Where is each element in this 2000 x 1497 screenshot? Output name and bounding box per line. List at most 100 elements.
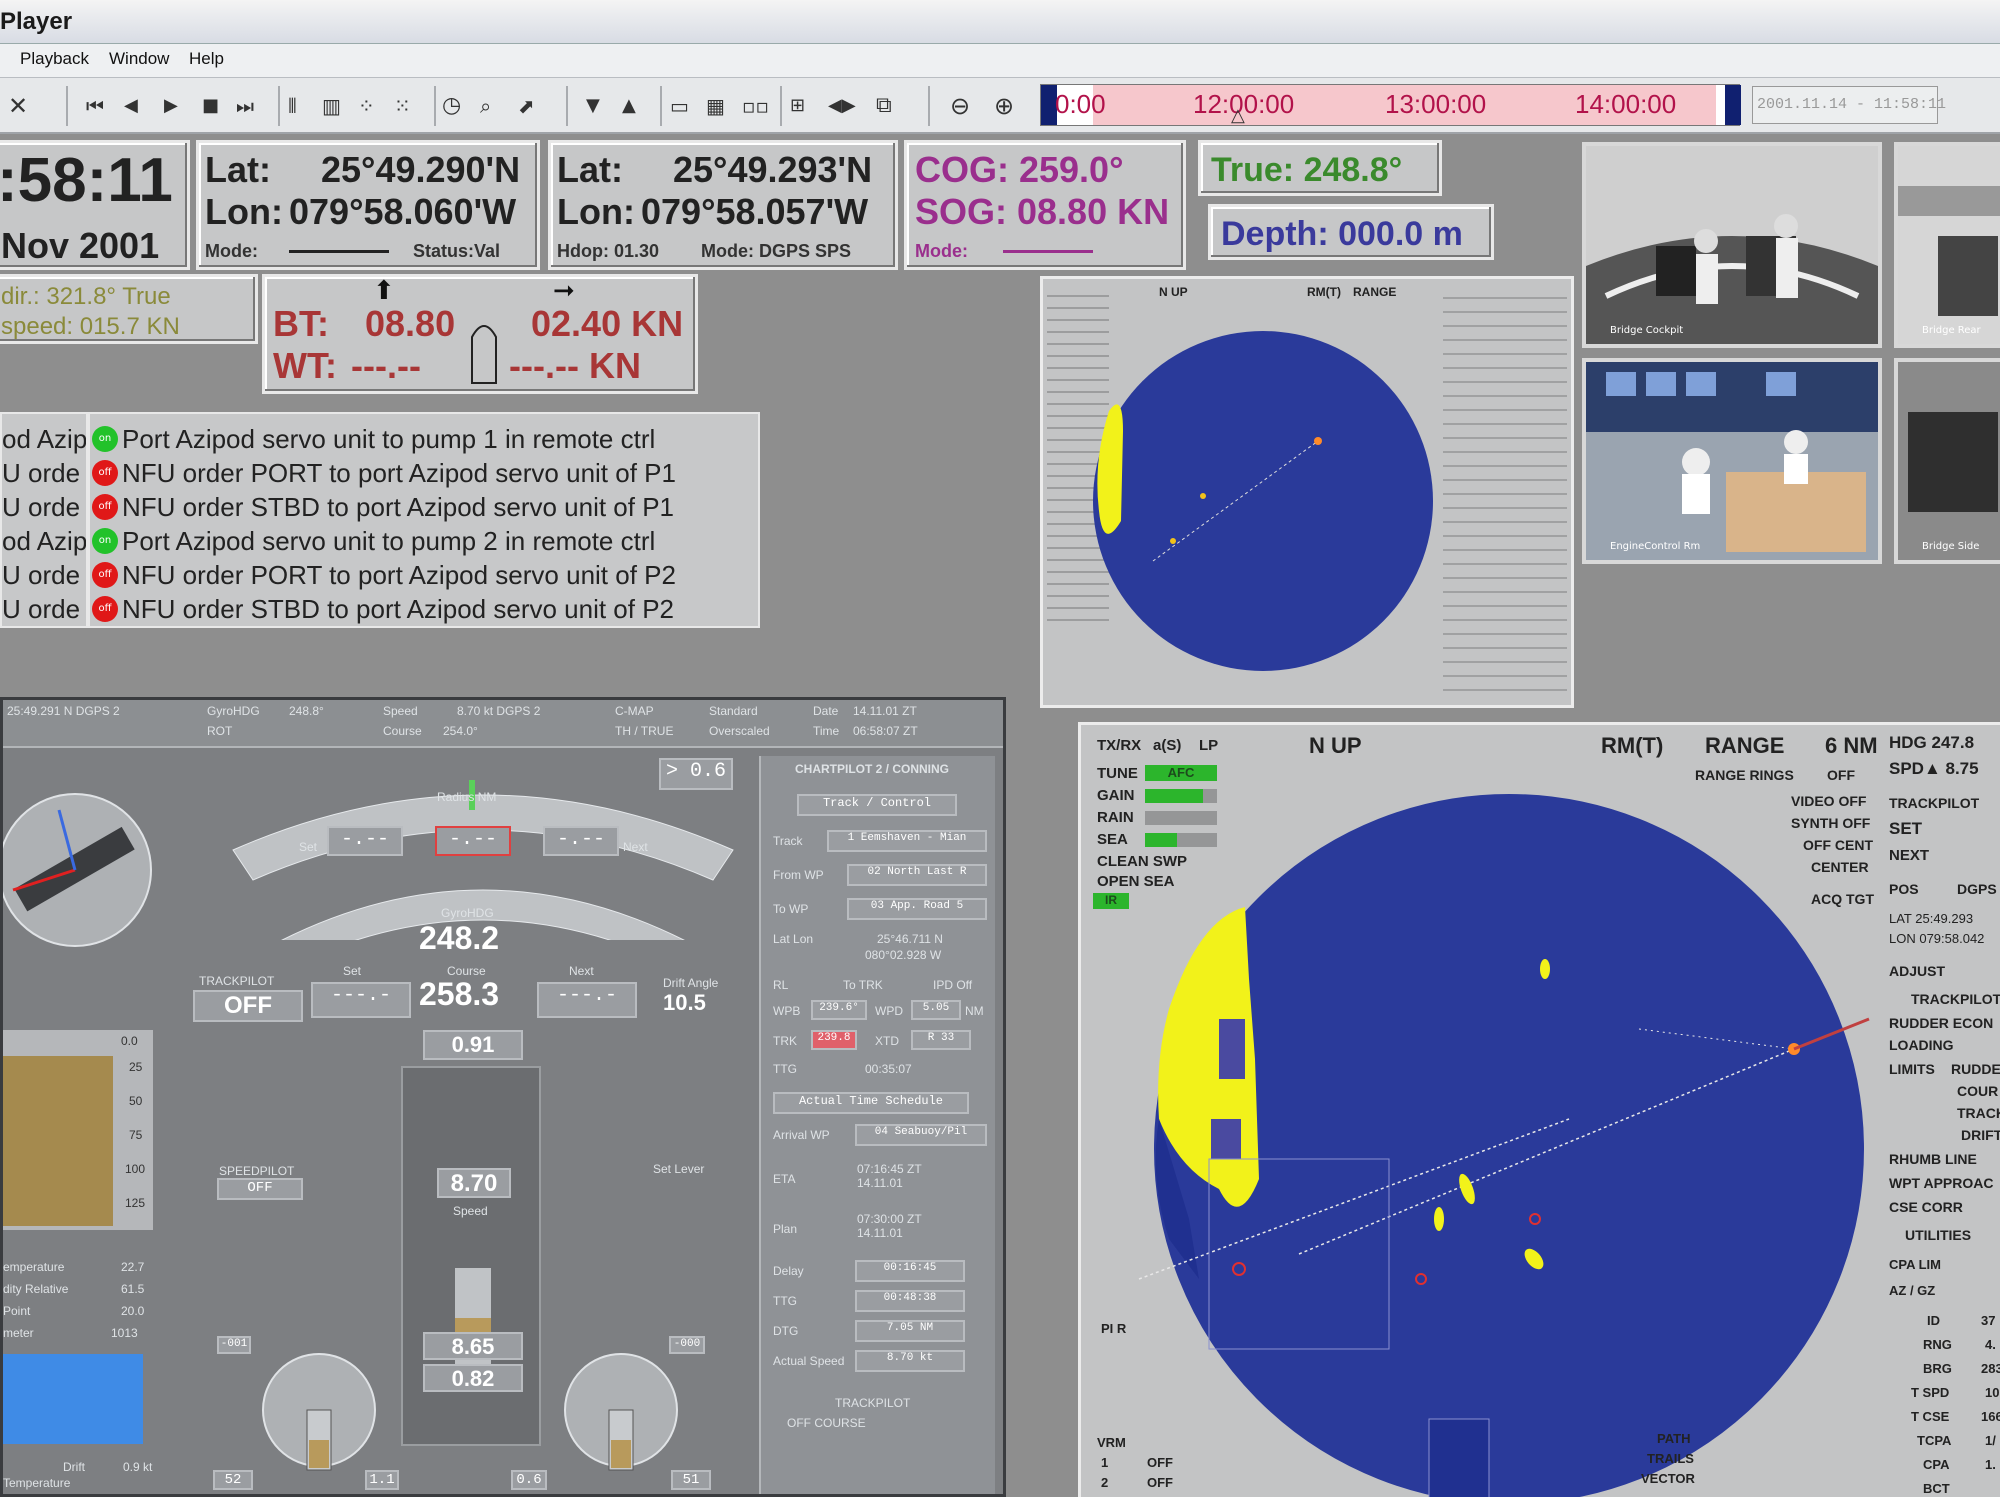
scatter-alt-icon[interactable]: ⁙ — [394, 90, 411, 122]
header-gyro-label: GyroHDG — [207, 704, 260, 718]
fit-width-icon[interactable]: ◀▶ — [828, 90, 856, 122]
vrm-2[interactable]: 2 — [1101, 1475, 1108, 1490]
arrow-down-icon[interactable]: ▼ — [586, 90, 600, 122]
gyrohdg-label: GyroHDG — [441, 906, 494, 920]
cse-corr[interactable]: CSE CORR — [1889, 1199, 1963, 1215]
play-icon[interactable]: ▶ — [164, 90, 178, 122]
radar-small-panel[interactable]: N UP RM(T) RANGE — [1040, 276, 1574, 708]
radius-next: -.-- — [543, 826, 619, 856]
ship-speed: 8.70 — [437, 1168, 511, 1198]
grid-window-icon[interactable]: ▦ — [706, 90, 725, 122]
track-control-dropdown[interactable]: Track / Control — [797, 794, 957, 816]
arrow-up-icon[interactable]: ▲ — [622, 90, 636, 122]
step-back-icon[interactable]: ◀ — [124, 90, 138, 122]
wind-speed: speed: 015.7 KN — [1, 313, 180, 340]
track-value: 1 Eemshaven - Mian — [827, 830, 987, 852]
vrm-1[interactable]: 1 — [1101, 1455, 1108, 1470]
alarm-list: on Port Azipod servo unit to pump 1 in re… — [88, 412, 760, 628]
limits-rudder[interactable]: RUDDE — [1951, 1061, 2000, 1077]
limits-track[interactable]: TRACK — [1957, 1105, 2000, 1121]
wt-label: WT: — [273, 345, 337, 386]
scale-icon[interactable]: ⊞ — [790, 90, 805, 122]
limits-drift[interactable]: DRIFT — [1961, 1127, 2000, 1143]
bt-longitudinal: 08.80 — [365, 303, 456, 344]
trackpilot-menu[interactable]: TRACKPILOT — [1911, 991, 2000, 1007]
utilities-button[interactable]: UTILITIES — [1905, 1227, 1971, 1243]
window-icon[interactable]: ▭ — [670, 90, 689, 122]
env-value: 61.5 — [121, 1282, 145, 1296]
alarm-source: U orde — [2, 594, 81, 624]
playhead-icon[interactable]: △ — [1231, 105, 1245, 126]
stbd-rpm: 51 — [671, 1470, 711, 1490]
rl-label: RL — [773, 978, 789, 992]
camera-feed-engine-control[interactable]: EngineControl Rm — [1582, 358, 1882, 564]
set-label: SET — [1889, 819, 1923, 838]
trackpilot-state[interactable]: OFF — [193, 990, 303, 1022]
rot-indicator: > 0.6 — [659, 758, 733, 790]
actual-time-dropdown[interactable]: Actual Time Schedule — [773, 1092, 969, 1114]
zoom-out-icon[interactable]: ⊖ — [950, 90, 970, 122]
radar-orientation[interactable]: N UP — [1309, 733, 1362, 759]
timeline-slider[interactable]: 0:00 12:00:00 13:00:00 14:00:00 △ — [1040, 84, 1741, 126]
radar-large-panel[interactable]: TX/RX a(S) LP N UP RM(T) RANGE 6 NM RANG… — [1078, 722, 2000, 1497]
camera-feed-bridge-rear[interactable]: Bridge Rear — [1894, 142, 2000, 348]
trackpilot-label[interactable]: TRACKPILOT — [1889, 795, 1979, 811]
zoom-in-icon[interactable]: ⊕ — [994, 90, 1014, 122]
wp-lon: 080°02.928 W — [865, 948, 942, 962]
split-window-icon[interactable]: ▫▫ — [742, 90, 769, 122]
radar-txrx[interactable]: TX/RX — [1097, 737, 1141, 754]
camera-feed-bridge-cockpit[interactable]: Bridge Cockpit — [1582, 142, 1882, 348]
bars-wide-icon[interactable]: ▥ — [322, 90, 341, 122]
status-lamp-icon: on — [92, 528, 118, 554]
pos-label: POS — [1889, 881, 1919, 897]
binoculars-icon[interactable]: ⌕ — [480, 90, 491, 122]
radar-motion[interactable]: RM(T) — [1601, 733, 1663, 759]
plan-value: 07:30:00 ZT 14.11.01 — [857, 1212, 922, 1240]
wpt-approach[interactable]: WPT APPROAC — [1889, 1175, 1993, 1191]
stbd-order: -000 — [669, 1336, 705, 1354]
header-overscaled: Overscaled — [709, 724, 770, 738]
radar-scope[interactable] — [1099, 759, 1889, 1497]
env-label: meter — [3, 1326, 34, 1340]
clock-icon[interactable]: ◷ — [442, 90, 461, 122]
scatter-icon[interactable]: ⁘ — [358, 90, 375, 122]
tgt-tcse-label: T CSE — [1911, 1409, 1950, 1424]
menu-help[interactable]: Help — [189, 49, 224, 69]
status-lamp-icon: off — [92, 596, 118, 622]
menu-playback[interactable]: Playback — [20, 49, 89, 69]
menu-window[interactable]: Window — [109, 49, 169, 69]
alarm-text: Port Azipod servo unit to pump 2 in remo… — [122, 526, 656, 556]
header-th-true: TH / TRUE — [615, 724, 674, 738]
bars-icon[interactable]: ⦀ — [288, 90, 297, 122]
toolbar-separator — [566, 86, 568, 126]
depth-history-bars — [3, 1056, 113, 1226]
export-icon[interactable]: ⬈ — [518, 90, 535, 122]
stop-icon[interactable]: ■ — [202, 90, 219, 122]
speedpilot-state[interactable]: OFF — [217, 1178, 303, 1200]
skip-end-icon[interactable]: ⏭ — [236, 90, 254, 122]
rhumb-line[interactable]: RHUMB LINE — [1889, 1151, 1977, 1167]
camera-image — [1586, 362, 1878, 560]
environment-panel: emperature 22.7 dity Relative 61.5 Point… — [3, 1260, 153, 1494]
header-cmap: C-MAP — [615, 704, 654, 718]
arrival-wp-value: 04 Seabuoy/Pil — [855, 1124, 987, 1146]
loading[interactable]: LOADING — [1889, 1037, 1954, 1053]
gps1-mode: Mode: — [205, 241, 258, 261]
timeline-end-handle[interactable] — [1725, 85, 1741, 125]
adjust-button[interactable]: ADJUST — [1889, 963, 1945, 979]
skip-start-icon[interactable]: ⏮ — [86, 90, 104, 122]
header-standard: Standard — [709, 704, 758, 718]
limits-course[interactable]: COUR — [1957, 1083, 1998, 1099]
cascade-icon[interactable]: ⧉ — [876, 90, 892, 122]
rudder-econ[interactable]: RUDDER ECON — [1889, 1015, 1993, 1031]
tgt-tcpa-value: 1/ — [1985, 1433, 1996, 1448]
true-heading: True: 248.8° — [1211, 151, 1403, 189]
radar-range-value[interactable]: 6 NM — [1825, 733, 1878, 759]
gps1-lon: 079°58.060'W — [289, 191, 517, 232]
dtg-value: 7.05 NM — [855, 1320, 965, 1342]
dtg-label: DTG — [773, 1324, 799, 1338]
close-icon[interactable]: ✕ — [8, 90, 28, 122]
xtd-label: XTD — [875, 1034, 899, 1048]
xtd-value: R 33 — [911, 1030, 971, 1050]
camera-feed-bridge-side[interactable]: Bridge Side — [1894, 358, 2000, 564]
